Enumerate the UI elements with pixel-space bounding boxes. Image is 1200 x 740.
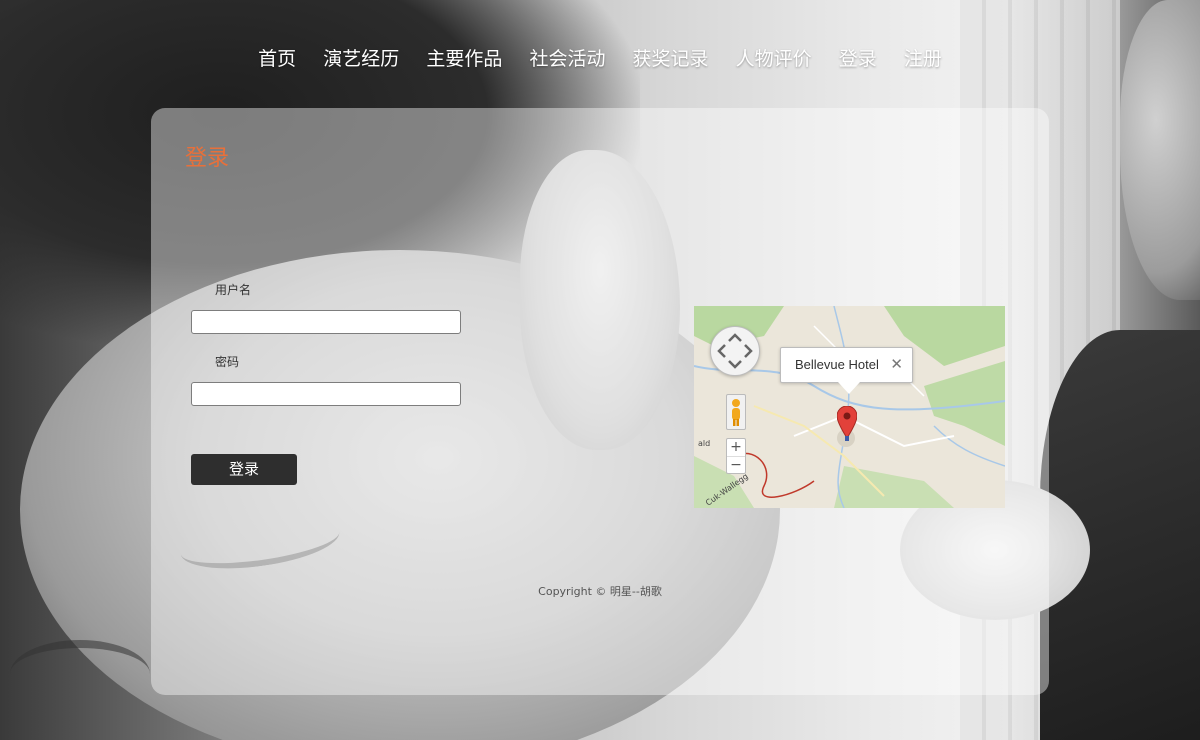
username-label: 用户名 [215, 283, 252, 297]
nav-item-social[interactable]: 社会活动 [529, 44, 605, 71]
map-info-window: Bellevue Hotel ✕ [780, 347, 913, 394]
zoom-out-button[interactable]: − [727, 456, 745, 474]
password-input[interactable] [191, 382, 461, 406]
page-title: 登录 [185, 146, 230, 171]
nav-item-works[interactable]: 主要作品 [426, 44, 502, 71]
bg-eye-lower [10, 640, 150, 708]
map-pan-control[interactable] [710, 326, 760, 376]
nav-item-awards[interactable]: 获奖记录 [633, 44, 709, 71]
login-button[interactable]: 登录 [191, 454, 297, 485]
password-label: 密码 [215, 355, 240, 369]
nav-item-register[interactable]: 注册 [904, 44, 942, 71]
nav-item-home[interactable]: 首页 [258, 44, 296, 71]
login-panel: 登录 用户名 密码 登录 ald Cuk-Wallegg + − Bellevu… [151, 108, 1049, 695]
nav-item-reviews[interactable]: 人物评价 [736, 44, 812, 71]
nav-item-login[interactable]: 登录 [839, 44, 877, 71]
zoom-in-button[interactable]: + [727, 439, 745, 456]
copyright-text: Copyright © 明星--胡歌 [538, 585, 662, 598]
map-marker-icon[interactable] [837, 406, 857, 442]
location-map[interactable]: ald Cuk-Wallegg + − Bellevue Hotel ✕ [694, 306, 1005, 508]
nav-item-career[interactable]: 演艺经历 [323, 44, 399, 71]
username-input[interactable] [191, 310, 461, 334]
street-view-pegman-icon[interactable] [726, 394, 746, 430]
top-nav: 首页 演艺经历 主要作品 社会活动 获奖记录 人物评价 登录 注册 [0, 44, 1200, 71]
map-zoom-control: + − [726, 438, 746, 474]
pan-arrows-icon [717, 333, 753, 369]
close-icon[interactable]: ✕ [890, 355, 903, 373]
info-window-title: Bellevue Hotel [795, 357, 879, 372]
svg-text:ald: ald [698, 439, 710, 448]
